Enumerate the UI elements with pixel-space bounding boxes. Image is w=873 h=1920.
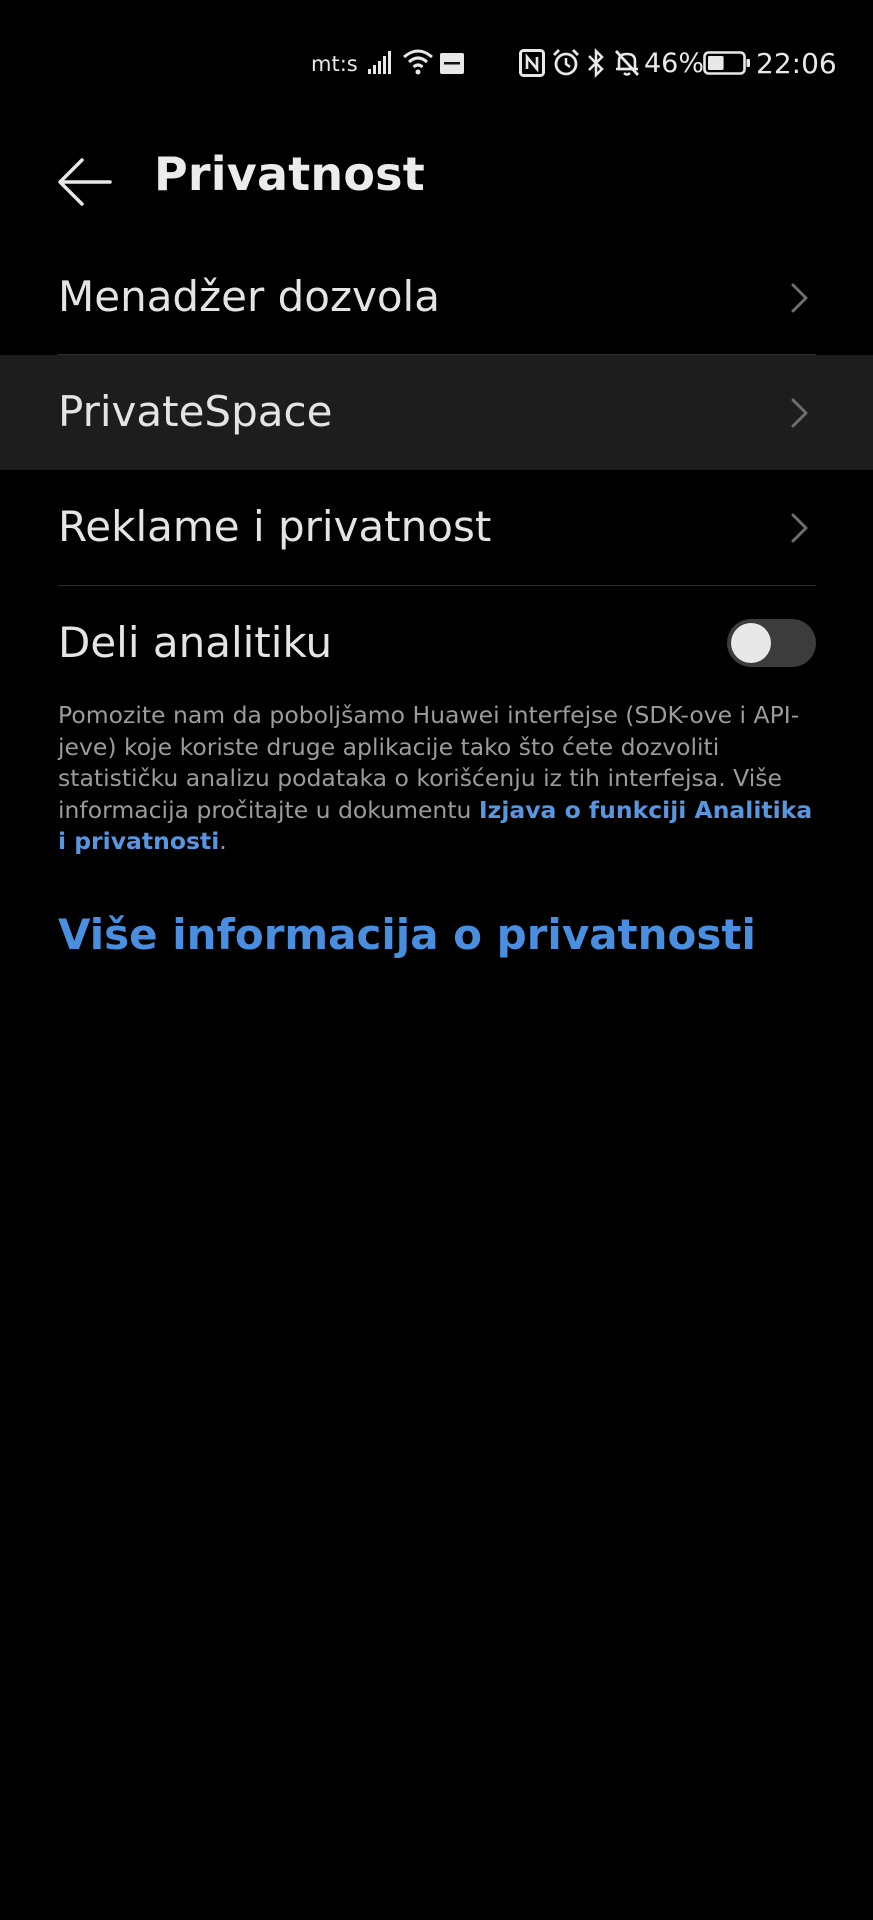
status-bar: mt:s 46% 22:06 [0, 0, 873, 130]
battery-percent: 46% [644, 48, 705, 79]
alarm-icon [553, 49, 579, 76]
carrier-label: mt:s [311, 52, 358, 76]
chevron-right-icon [791, 513, 808, 543]
share-analytics-toggle[interactable] [727, 619, 816, 667]
battery-icon [703, 51, 750, 75]
mute-icon [614, 50, 640, 76]
ads-privacy-label: Reklame i privatnost [58, 502, 492, 551]
page-title: Privatnost [154, 147, 425, 201]
permission-manager-label: Menadžer dozvola [58, 272, 440, 321]
private-space-item[interactable]: PrivateSpace [0, 355, 873, 470]
ads-privacy-item[interactable]: Reklame i privatnost [0, 470, 873, 585]
private-space-label: PrivateSpace [58, 387, 333, 436]
analytics-description-end: . [219, 827, 227, 855]
more-privacy-info-link[interactable]: Više informacija o privatnosti [58, 910, 756, 959]
share-analytics-label: Deli analitiku [58, 618, 333, 667]
permission-manager-item[interactable]: Menadžer dozvola [0, 240, 873, 355]
arrow-left-icon[interactable] [52, 142, 122, 212]
analytics-description: Pomozite nam da poboljšamo Huawei interf… [58, 700, 824, 858]
chevron-right-icon [791, 283, 808, 313]
nfc-icon [519, 49, 545, 77]
signal-icon [368, 51, 391, 74]
wifi-icon [403, 49, 433, 75]
chevron-right-icon [791, 398, 808, 428]
bluetooth-icon [588, 48, 604, 78]
clock-time: 22:06 [756, 47, 837, 80]
toggle-knob [731, 623, 771, 663]
app-header: Privatnost [0, 130, 873, 240]
sonos-icon [440, 53, 464, 74]
